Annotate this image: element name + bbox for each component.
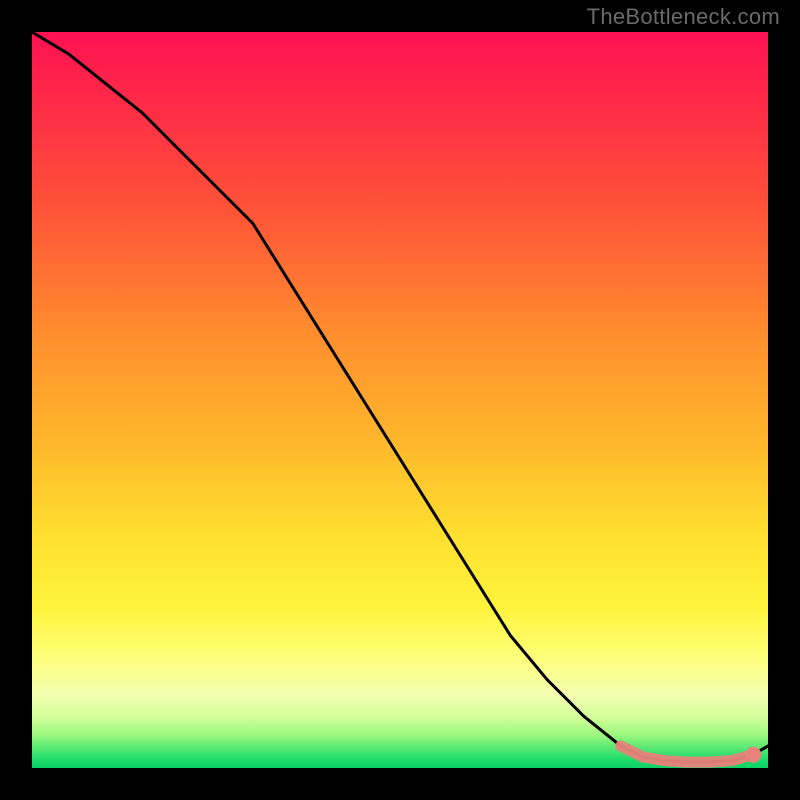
chart-frame: TheBottleneck.com — [0, 0, 800, 800]
watermark-text: TheBottleneck.com — [587, 4, 780, 30]
main-curve — [32, 32, 768, 762]
chart-svg — [32, 32, 768, 768]
highlight-band — [621, 746, 753, 762]
plot-area — [32, 32, 768, 768]
highlight-point — [745, 747, 761, 763]
